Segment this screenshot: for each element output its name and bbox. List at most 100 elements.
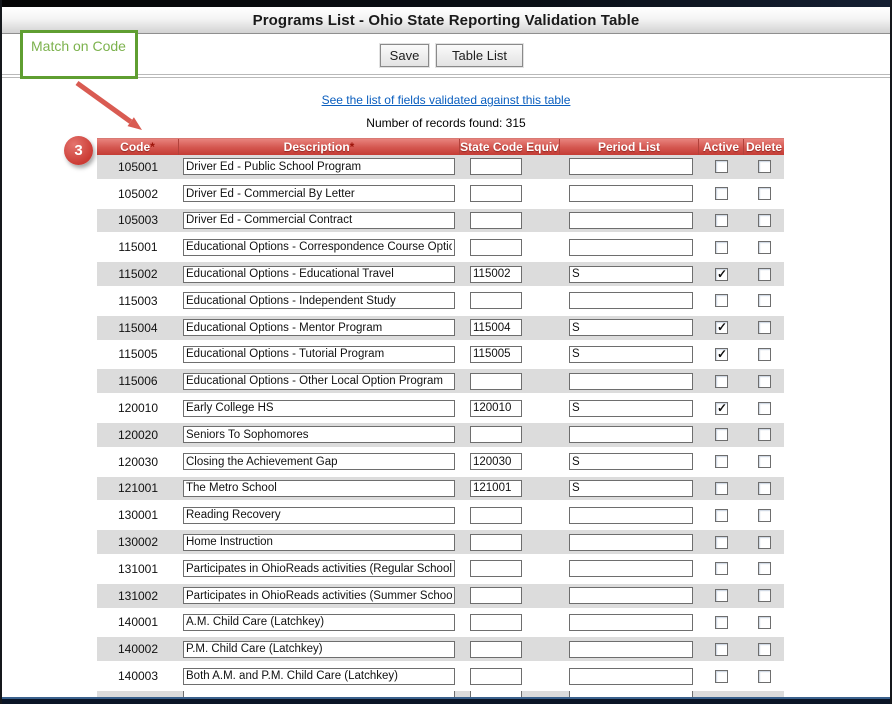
active-checkbox[interactable] [715,670,728,683]
period-list-input[interactable] [569,319,693,336]
save-button[interactable]: Save [380,44,429,67]
description-input[interactable] [183,534,455,551]
state-code-input[interactable] [470,400,522,417]
state-code-input[interactable] [470,373,522,390]
period-list-input[interactable] [569,534,693,551]
delete-checkbox[interactable] [758,428,771,441]
state-code-input[interactable] [470,587,522,604]
active-checkbox[interactable] [715,241,728,254]
description-input[interactable] [183,239,455,256]
description-input[interactable] [183,480,455,497]
delete-checkbox[interactable] [758,214,771,227]
period-list-input[interactable] [569,239,693,256]
state-code-input[interactable] [470,212,522,229]
period-list-input[interactable] [569,480,693,497]
active-checkbox[interactable] [715,536,728,549]
state-code-input[interactable] [470,453,522,470]
state-code-input[interactable] [470,185,522,202]
period-list-input[interactable] [569,507,693,524]
period-list-input[interactable] [569,560,693,577]
delete-checkbox[interactable] [758,562,771,575]
state-code-input[interactable] [470,426,522,443]
description-input[interactable] [183,373,455,390]
period-list-input[interactable] [569,453,693,470]
description-input[interactable] [183,319,455,336]
delete-checkbox[interactable] [758,402,771,415]
active-checkbox[interactable] [715,187,728,200]
description-input[interactable] [183,185,455,202]
delete-checkbox[interactable] [758,482,771,495]
state-code-input[interactable] [470,319,522,336]
delete-checkbox[interactable] [758,509,771,522]
description-input[interactable] [183,453,455,470]
period-list-input[interactable] [569,668,693,685]
state-code-input[interactable] [470,346,522,363]
active-checkbox[interactable] [715,643,728,656]
description-input[interactable] [183,400,455,417]
period-list-input[interactable] [569,426,693,443]
delete-checkbox[interactable] [758,348,771,361]
period-list-input[interactable] [569,266,693,283]
description-input[interactable] [183,641,455,658]
description-input[interactable] [183,560,455,577]
period-list-input[interactable] [569,373,693,390]
description-input[interactable] [183,158,455,175]
delete-checkbox[interactable] [758,670,771,683]
delete-checkbox[interactable] [758,455,771,468]
active-checkbox[interactable] [715,160,728,173]
description-input[interactable] [183,346,455,363]
active-checkbox[interactable] [715,616,728,629]
period-list-input[interactable] [569,292,693,309]
active-checkbox[interactable] [715,509,728,522]
table-list-button[interactable]: Table List [436,44,523,67]
period-list-input[interactable] [569,158,693,175]
description-input[interactable] [183,507,455,524]
active-checkbox[interactable] [715,562,728,575]
active-checkbox[interactable] [715,455,728,468]
period-list-input[interactable] [569,614,693,631]
state-code-input[interactable] [470,614,522,631]
period-list-input[interactable] [569,185,693,202]
delete-checkbox[interactable] [758,294,771,307]
period-list-input[interactable] [569,587,693,604]
state-code-input[interactable] [470,668,522,685]
description-input[interactable] [183,212,455,229]
active-checkbox[interactable] [715,268,728,281]
active-checkbox[interactable] [715,402,728,415]
delete-checkbox[interactable] [758,589,771,602]
state-code-input[interactable] [470,560,522,577]
state-code-input[interactable] [470,266,522,283]
period-list-input[interactable] [569,212,693,229]
delete-checkbox[interactable] [758,536,771,549]
state-code-input[interactable] [470,292,522,309]
active-checkbox[interactable] [715,214,728,227]
delete-checkbox[interactable] [758,241,771,254]
delete-checkbox[interactable] [758,375,771,388]
description-input[interactable] [183,292,455,309]
delete-checkbox[interactable] [758,321,771,334]
state-code-input[interactable] [470,507,522,524]
active-checkbox[interactable] [715,294,728,307]
active-checkbox[interactable] [715,375,728,388]
active-checkbox[interactable] [715,428,728,441]
active-checkbox[interactable] [715,321,728,334]
period-list-input[interactable] [569,346,693,363]
description-input[interactable] [183,668,455,685]
period-list-input[interactable] [569,400,693,417]
active-checkbox[interactable] [715,589,728,602]
state-code-input[interactable] [470,239,522,256]
active-checkbox[interactable] [715,482,728,495]
state-code-input[interactable] [470,158,522,175]
delete-checkbox[interactable] [758,268,771,281]
delete-checkbox[interactable] [758,160,771,173]
active-checkbox[interactable] [715,348,728,361]
description-input[interactable] [183,266,455,283]
description-input[interactable] [183,614,455,631]
delete-checkbox[interactable] [758,643,771,656]
delete-checkbox[interactable] [758,187,771,200]
description-input[interactable] [183,587,455,604]
state-code-input[interactable] [470,480,522,497]
description-input[interactable] [183,426,455,443]
state-code-input[interactable] [470,534,522,551]
delete-checkbox[interactable] [758,616,771,629]
